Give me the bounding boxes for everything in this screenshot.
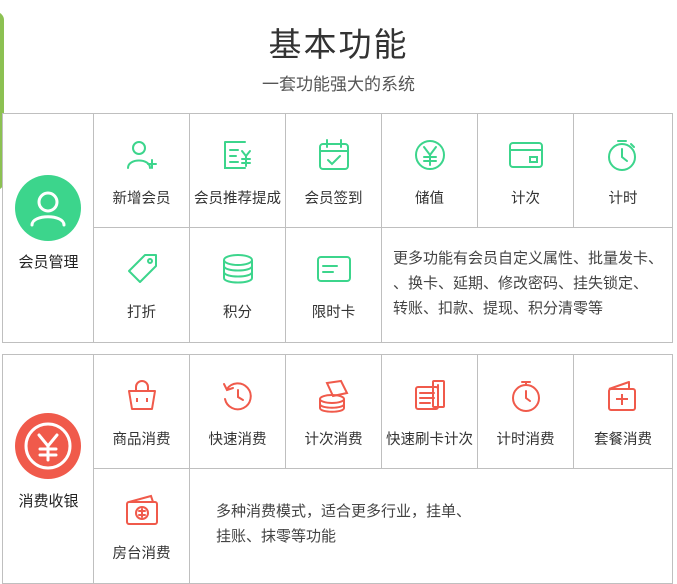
card-icon (509, 138, 543, 172)
timer-icon (509, 379, 543, 413)
feature-timing-consume[interactable]: 计时消费 (478, 355, 574, 469)
user-icon (15, 175, 81, 241)
commission-receipt-icon (221, 138, 255, 172)
description-line: 多种消费模式，适合更多行业，挂单、 (216, 502, 472, 520)
feature-label: 积分 (223, 305, 252, 321)
feature-label: 新增会员 (112, 191, 171, 207)
feature-package-consume[interactable]: 套餐消费 (574, 355, 672, 469)
feature-discount[interactable]: 打折 (94, 228, 190, 342)
feature-label: 打折 (127, 305, 156, 321)
add-user-icon (125, 138, 159, 172)
feature-label: 快速消费 (208, 432, 267, 448)
feature-quick-consume[interactable]: 快速消费 (190, 355, 286, 469)
time-card-icon (317, 252, 351, 286)
member-category-label: 会员管理 (18, 253, 79, 271)
calendar-check-icon (317, 138, 351, 172)
feature-add-member[interactable]: 新增会员 (94, 114, 190, 228)
feature-label: 会员推荐提成 (194, 191, 281, 207)
feature-label: 会员签到 (304, 191, 363, 207)
feature-referral-commission[interactable]: 会员推荐提成 (190, 114, 286, 228)
yen-cashier-icon (15, 413, 81, 479)
coin-stack-icon (221, 252, 255, 286)
page-title: 基本功能 (268, 25, 409, 64)
feature-label: 计时消费 (496, 432, 555, 448)
package-icon (605, 379, 639, 413)
tag-icon (125, 252, 159, 286)
feature-swipe-count[interactable]: 快速刷卡计次 (382, 355, 478, 469)
consume-category[interactable]: 消费收银 (3, 355, 94, 583)
feature-timing[interactable]: 计时 (574, 114, 672, 228)
feature-label: 快速刷卡计次 (386, 432, 473, 448)
feature-count-consume[interactable]: 计次消费 (286, 355, 382, 469)
feature-label: 计次 (511, 191, 540, 207)
feature-label: 限时卡 (311, 305, 356, 321)
page-subtitle: 一套功能强大的系统 (262, 75, 415, 95)
description-line: 更多功能有会员自定义属性、批量发卡、 (393, 249, 664, 267)
feature-label: 商品消费 (112, 432, 171, 448)
member-category[interactable]: 会员管理 (3, 114, 94, 342)
member-more-features: 更多功能有会员自定义属性、批量发卡、 、换卡、延期、修改密码、挂失锁定、 转账、… (393, 246, 668, 321)
feature-product-consume[interactable]: 商品消费 (94, 355, 190, 469)
description-line: 挂账、抹零等功能 (216, 527, 337, 545)
description-line: 转账、扣款、提现、积分清零等 (393, 299, 604, 317)
consume-more-features: 多种消费模式，适合更多行业，挂单、 挂账、抹零等功能 (216, 499, 656, 549)
feature-label: 计时 (608, 191, 638, 207)
feature-points[interactable]: 积分 (190, 228, 286, 342)
feature-label: 套餐消费 (594, 432, 652, 448)
coins-icon (317, 379, 351, 413)
feature-check-in[interactable]: 会员签到 (286, 114, 382, 228)
feature-label: 房台消费 (112, 546, 171, 562)
stopwatch-icon (605, 138, 639, 172)
card-swipe-icon (413, 379, 447, 413)
feature-count[interactable]: 计次 (478, 114, 574, 228)
yen-coin-icon (413, 138, 447, 172)
feature-stored-value[interactable]: 储值 (382, 114, 478, 228)
money-bill-icon (125, 493, 159, 527)
member-section: 会员管理 新增会员 会员推荐提成 会员签到 储值 计次 计时 打折 积分 限时卡… (2, 113, 673, 343)
history-icon (221, 379, 255, 413)
feature-label: 计次消费 (304, 432, 363, 448)
feature-room-consume[interactable]: 房台消费 (94, 469, 190, 583)
consume-section: 消费收银 商品消费 快速消费 计次消费 快速刷卡计次 计时消费 套餐消费 房台消… (2, 354, 673, 584)
description-line: 、换卡、延期、修改密码、挂失锁定、 (393, 274, 649, 292)
feature-label: 储值 (415, 191, 444, 207)
consume-category-label: 消费收银 (18, 492, 79, 510)
shopping-basket-icon (125, 379, 159, 413)
feature-time-limited-card[interactable]: 限时卡 (286, 228, 382, 342)
